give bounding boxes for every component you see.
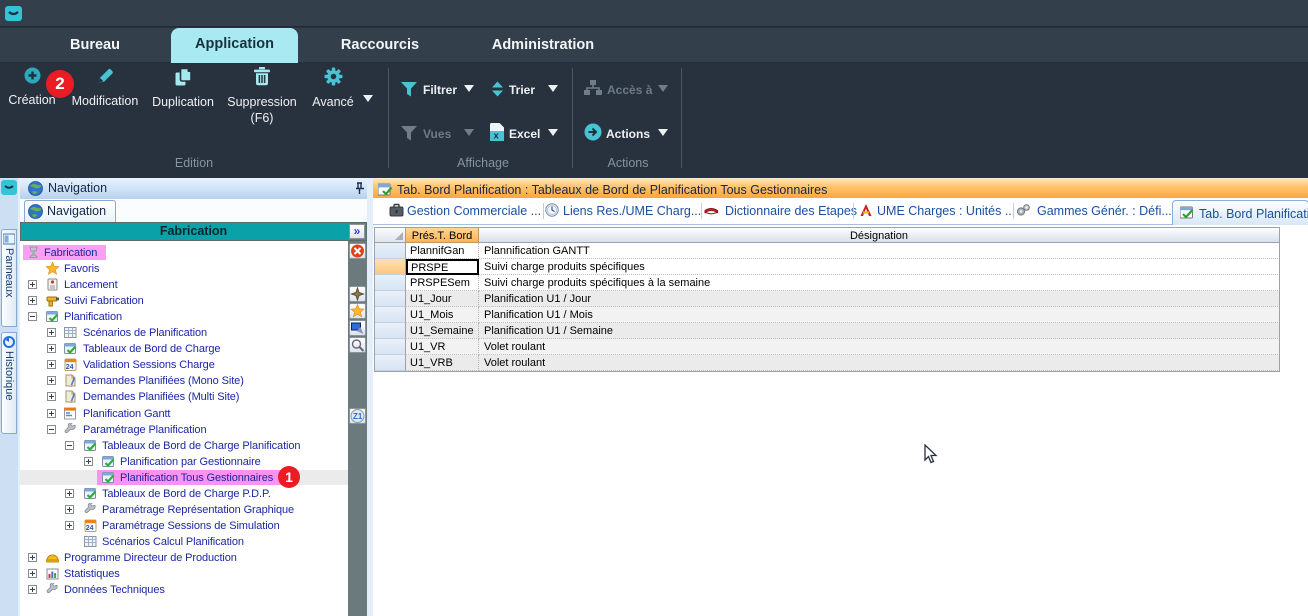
svg-text:Z1: Z1 [353,412,363,421]
svg-text:x: x [494,131,500,142]
svg-text:24: 24 [66,364,74,371]
svg-text:24: 24 [86,525,94,532]
